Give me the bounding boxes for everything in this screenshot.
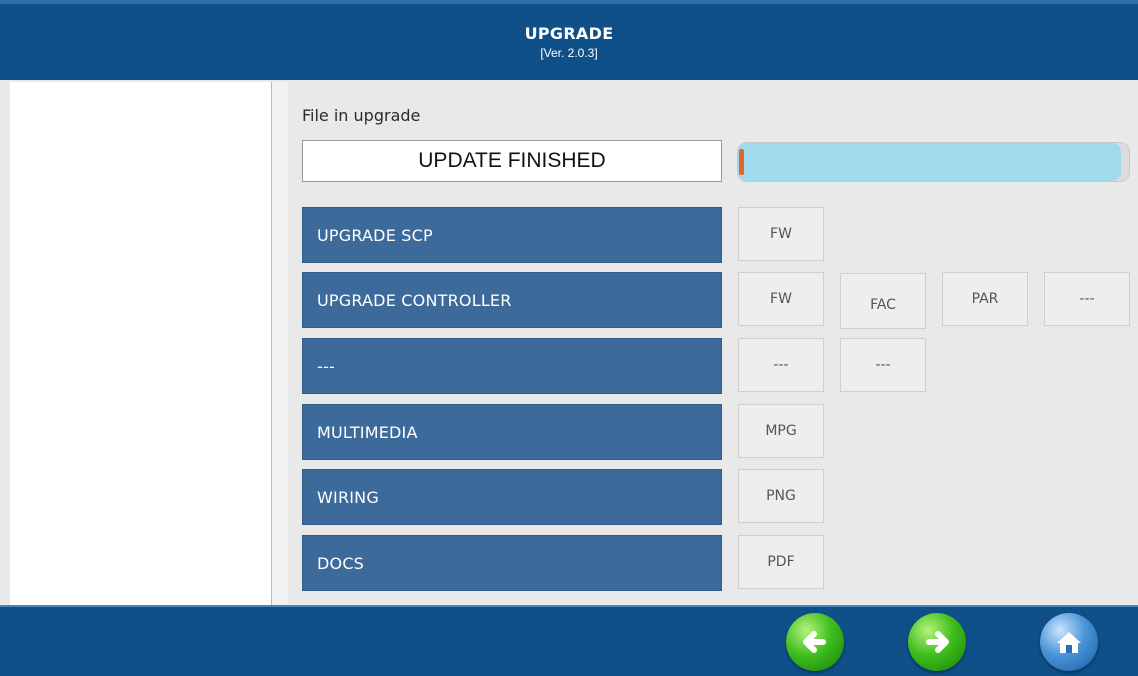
file-in-upgrade-label: File in upgrade — [302, 106, 421, 125]
multimedia-mpg-button[interactable]: MPG — [738, 404, 824, 458]
upgrade-progress-bar — [737, 142, 1130, 182]
upgrade-controller-fac-button[interactable]: FAC — [840, 273, 926, 329]
wiring-png-button[interactable]: PNG — [738, 469, 824, 523]
upgrade-scp-fw-button[interactable]: FW — [738, 207, 824, 261]
wiring-button[interactable]: WIRING — [302, 469, 722, 525]
panel-divider — [272, 82, 288, 605]
footer-bar — [0, 605, 1138, 676]
back-arrow-glyph — [803, 631, 826, 653]
empty-row-slot-2-button[interactable]: --- — [840, 338, 926, 392]
header-bar: UPGRADE [Ver. 2.0.3] — [0, 0, 1138, 80]
home-glyph — [1057, 632, 1081, 653]
file-in-upgrade-field: UPDATE FINISHED — [302, 140, 722, 182]
progress-start-marker — [739, 149, 744, 175]
home-icon[interactable] — [1040, 613, 1098, 671]
upgrade-progress-fill — [738, 143, 1122, 181]
upgrade-controller-extra-button[interactable]: --- — [1044, 272, 1130, 326]
multimedia-button[interactable]: MULTIMEDIA — [302, 404, 722, 460]
page-title: UPGRADE — [524, 24, 614, 43]
empty-row-slot-1-button[interactable]: --- — [738, 338, 824, 392]
upgrade-controller-par-button[interactable]: PAR — [942, 272, 1028, 326]
upgrade-controller-button[interactable]: UPGRADE CONTROLLER — [302, 272, 722, 328]
sidebar-panel — [10, 82, 272, 605]
back-arrow-icon[interactable] — [786, 613, 844, 671]
forward-arrow-icon[interactable] — [908, 613, 966, 671]
upgrade-scp-button[interactable]: UPGRADE SCP — [302, 207, 722, 263]
docs-button[interactable]: DOCS — [302, 535, 722, 591]
version-label: [Ver. 2.0.3] — [540, 46, 598, 60]
upgrade-controller-fw-button[interactable]: FW — [738, 272, 824, 326]
empty-row-button[interactable]: --- — [302, 338, 722, 394]
docs-pdf-button[interactable]: PDF — [738, 535, 824, 589]
forward-arrow-glyph — [926, 631, 949, 653]
